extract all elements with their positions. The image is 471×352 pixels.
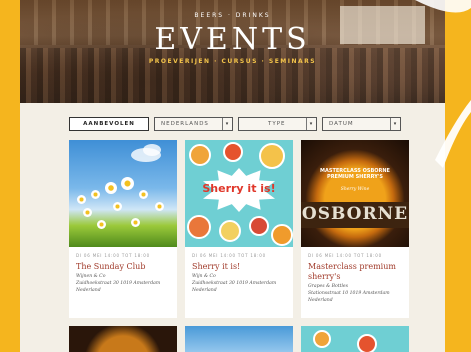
event-venue: Grapes & Bottles — [308, 284, 349, 289]
type-select[interactable]: TYPE ▾ — [238, 117, 317, 131]
date-select[interactable]: DATUM ▾ — [322, 117, 401, 131]
page-panel: BEERS · DRINKS EVENTS PROEVERIJEN · CURS… — [20, 0, 445, 352]
daisy-shape — [97, 220, 106, 229]
event-date: DI 06 MEI 14:00 TOT 18:00 — [76, 253, 150, 258]
daisy-shape — [83, 208, 92, 217]
cloud-shape — [143, 144, 161, 156]
chevron-down-icon: ▾ — [222, 118, 232, 130]
daisy-shape — [113, 202, 122, 211]
daisy-shape — [155, 202, 164, 211]
event-card[interactable]: MASTERCLASS OSBORNE PREMIUM SHERRY'S She… — [301, 140, 409, 318]
page-title: EVENTS — [154, 22, 311, 57]
dish-shape — [249, 216, 269, 236]
daisy-shape — [77, 195, 86, 204]
osborne-image-sub: Sherry Wine — [340, 187, 370, 192]
hero-overtitle: BEERS · DRINKS — [194, 12, 271, 19]
sherry-image-text: Sherry it is! — [202, 182, 276, 195]
event-card[interactable]: DI 06 MEI 14:00 TOT 18:00 The Sunday Clu… — [69, 140, 177, 318]
recommended-filter-label: AANBEVOLEN — [83, 121, 135, 127]
daisy-shape — [105, 182, 117, 194]
event-title[interactable]: Masterclass premium sherry's — [308, 262, 403, 282]
daisy-shape — [139, 190, 148, 199]
event-address: Stationsstraat 10 1019 Amsterdam Nederla… — [308, 291, 390, 303]
osborne-image-line: PREMIUM SHERRY'S — [327, 174, 383, 180]
dish-shape — [219, 220, 241, 242]
event-address: Zuidhoekstraat 30 1019 Amsterdam Nederla… — [192, 281, 277, 293]
event-venue: Wijnen & Co — [76, 274, 106, 279]
event-image-sherry: Sherry it is! — [185, 140, 293, 247]
chevron-down-icon: ▾ — [306, 118, 316, 130]
event-date: DI 06 MEI 14:00 TOT 18:00 — [308, 253, 382, 258]
filter-bar: AANBEVOLEN NEDERLANDS ▾ TYPE ▾ DATUM ▾ — [69, 117, 401, 131]
daisy-shape — [121, 177, 134, 190]
recommended-filter-button[interactable]: AANBEVOLEN — [69, 117, 149, 131]
event-image — [69, 326, 177, 352]
event-address: Zuidhoekstraat 30 1019 Amsterdam Nederla… — [76, 281, 161, 293]
event-title[interactable]: The Sunday Club — [76, 262, 171, 272]
osborne-brand-text: OSBORNE — [301, 204, 409, 224]
dish-shape — [189, 144, 211, 166]
dish-shape — [223, 142, 243, 162]
event-title[interactable]: Sherry it is! — [192, 262, 287, 272]
language-select-label: NEDERLANDS — [161, 121, 209, 127]
event-card[interactable] — [69, 326, 177, 352]
event-image — [301, 326, 409, 352]
daisy-shape — [91, 190, 100, 199]
date-select-label: DATUM — [329, 121, 354, 127]
hero-banner: BEERS · DRINKS EVENTS PROEVERIJEN · CURS… — [20, 0, 445, 103]
dish-shape — [313, 330, 331, 348]
event-date: DI 06 MEI 14:00 TOT 18:00 — [192, 253, 266, 258]
type-select-label: TYPE — [268, 121, 286, 127]
event-venue: Wijn & Co — [192, 274, 216, 279]
dish-shape — [271, 224, 293, 246]
event-card[interactable]: Sherry it is! DI 06 MEI 14:00 TOT 18:00 … — [185, 140, 293, 318]
event-card[interactable] — [301, 326, 409, 352]
event-image — [185, 326, 293, 352]
chevron-down-icon: ▾ — [390, 118, 400, 130]
dish-shape — [187, 215, 211, 239]
event-card[interactable] — [185, 326, 293, 352]
event-image-daisies — [69, 140, 177, 247]
language-select[interactable]: NEDERLANDS ▾ — [154, 117, 233, 131]
hero-subtitle: PROEVERIJEN · CURSUS · SEMINARS — [148, 58, 317, 65]
dish-shape — [259, 143, 285, 169]
event-image-osborne: MASTERCLASS OSBORNE PREMIUM SHERRY'S She… — [301, 140, 409, 247]
daisy-shape — [131, 218, 140, 227]
dish-shape — [357, 334, 377, 352]
osborne-image-heading: MASTERCLASS OSBORNE PREMIUM SHERRY'S — [301, 168, 409, 180]
